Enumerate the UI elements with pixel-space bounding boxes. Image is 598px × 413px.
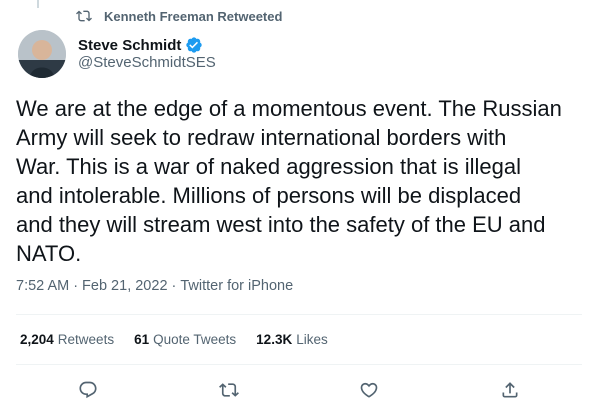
retweet-context: Kenneth Freeman Retweeted [76,8,282,24]
tweet-text: We are at the edge of a momentous event.… [16,96,562,266]
thread-line [37,0,39,8]
meta-separator: · [73,278,79,294]
tweet-source[interactable]: Twitter for iPhone [180,278,293,294]
verified-badge-icon [185,36,203,54]
meta-separator: · [171,278,177,294]
tweet-time[interactable]: 7:52 AM [16,278,69,294]
retweet-icon[interactable] [215,376,243,404]
likes-stat[interactable]: 12.3K Likes [256,332,328,347]
stats-row: 2,204 Retweets 61 Quote Tweets 12.3K Lik… [20,332,328,347]
retweets-label: Retweets [57,332,115,347]
quote-tweets-label: Quote Tweets [153,332,237,347]
reply-icon[interactable] [74,376,102,404]
likes-label: Likes [296,332,328,347]
divider [16,314,582,315]
tweet-date[interactable]: Feb 21, 2022 [82,278,167,294]
share-icon[interactable] [496,376,524,404]
retweets-count: 2,204 [20,332,54,347]
display-name[interactable]: Steve Schmidt [78,37,181,54]
retweeter-link[interactable]: Kenneth Freeman Retweeted [104,9,282,24]
quote-tweets-stat[interactable]: 61 Quote Tweets [134,332,236,347]
likes-count: 12.3K [256,332,293,347]
action-bar [0,376,598,404]
like-icon[interactable] [355,376,383,404]
retweets-stat[interactable]: 2,204 Retweets [20,332,114,347]
author-names: Steve Schmidt @SteveSchmidtSES [78,36,216,72]
retweet-icon [76,8,92,24]
avatar[interactable] [18,30,66,78]
author-row: Steve Schmidt @SteveSchmidtSES [18,30,216,78]
user-handle[interactable]: @SteveSchmidtSES [78,54,216,71]
divider [16,364,582,365]
quote-tweets-count: 61 [134,332,150,347]
tweet-meta: 7:52 AM · Feb 21, 2022 · Twitter for iPh… [16,278,293,294]
